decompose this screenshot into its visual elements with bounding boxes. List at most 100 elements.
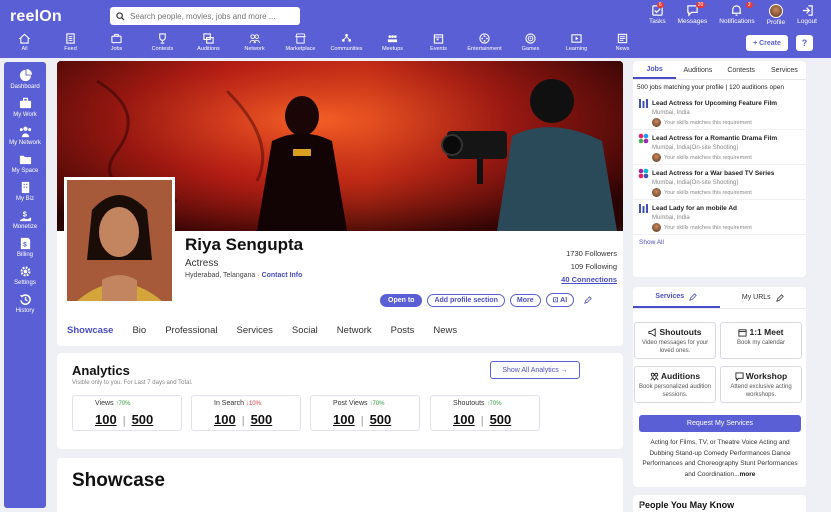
connections-link[interactable]: 40 Connections — [561, 273, 617, 286]
tab-label: Services — [655, 293, 685, 300]
tab-jobs[interactable]: Jobs — [633, 61, 677, 79]
tab-contests[interactable]: Contests — [720, 61, 763, 79]
job-item[interactable]: Lead Actress for a Romantic Drama Film M… — [633, 130, 806, 165]
job-item[interactable]: Lead Actress for Upcoming Feature Film M… — [633, 95, 806, 130]
add-profile-section-button[interactable]: Add profile section — [427, 293, 505, 307]
sidebar-item-history[interactable]: History — [4, 293, 46, 314]
show-all-jobs-link[interactable]: Show All — [633, 235, 806, 250]
nav-contests[interactable]: Contests — [144, 33, 181, 52]
following-count[interactable]: 109 Following — [561, 260, 617, 273]
more-button[interactable]: More — [509, 293, 541, 307]
help-button[interactable]: ? — [796, 35, 813, 51]
tab-auditions[interactable]: Auditions — [676, 61, 719, 79]
profile-menu[interactable]: Profile — [767, 4, 785, 26]
profile-location: Hyderabad, Telangana — [185, 272, 256, 279]
nav-label: Communities — [330, 46, 363, 52]
open-to-button[interactable]: Open to — [380, 293, 423, 307]
tab-showcase[interactable]: Showcase — [67, 325, 113, 336]
sidebar-item-my-network[interactable]: My Network — [4, 125, 46, 146]
job-item[interactable]: Lead Actress for a War based TV Series M… — [633, 165, 806, 200]
showcase-title: Showcase — [72, 470, 165, 491]
tab-my-urls[interactable]: My URLs — [720, 287, 807, 308]
service-shoutouts[interactable]: Shoutouts Video messages for your loved … — [634, 322, 716, 359]
profile-actions: Open to Add profile section More ⊡ AI — [380, 293, 592, 307]
tab-social[interactable]: Social — [292, 325, 318, 336]
nav-label: Contests — [151, 46, 174, 52]
chevron-right-icon[interactable]: › — [639, 499, 798, 509]
profile-portrait — [67, 180, 172, 301]
tab-posts[interactable]: Posts — [391, 325, 415, 336]
nav-learning[interactable]: Learning — [558, 33, 595, 52]
logout-button[interactable]: Logout — [797, 4, 817, 26]
search-box[interactable] — [110, 7, 300, 25]
sidebar-item-my-biz[interactable]: My Biz — [4, 181, 46, 202]
ai-button[interactable]: ⊡ AI — [545, 293, 575, 307]
nav-label: Jobs — [110, 46, 123, 52]
profile-photo[interactable] — [64, 177, 175, 304]
sidebar-item-label: Dashboard — [10, 84, 40, 90]
metric-label-line: Views ↑70% — [95, 400, 131, 407]
tab-services-list[interactable]: Services — [633, 287, 720, 308]
pencil-icon[interactable] — [689, 292, 697, 301]
service-auditions[interactable]: Auditions Book personalized audition ses… — [634, 366, 716, 403]
tab-professional[interactable]: Professional — [165, 325, 217, 336]
brand-logo[interactable]: reelOn — [10, 8, 62, 26]
tasks-badge: 6 — [656, 2, 664, 8]
nav-label: Auditions — [197, 46, 220, 52]
profile-location-line: Hyderabad, Telangana · Contact Info — [185, 272, 303, 279]
metric-period-value: 100 — [333, 412, 355, 427]
tasks-button[interactable]: 6 Tasks — [649, 2, 666, 26]
nav-communities[interactable]: Communities — [328, 33, 365, 52]
sidebar-item-dashboard[interactable]: Dashboard — [4, 69, 46, 90]
sidebar-item-my-space[interactable]: My Space — [4, 153, 46, 174]
contact-info-link[interactable]: Contact Info — [262, 272, 303, 279]
metric-shoutouts[interactable]: Shoutouts ↑70% 100 | 500 — [430, 395, 540, 431]
sidebar-item-label: My Biz — [16, 196, 34, 202]
nav-all[interactable]: All — [6, 33, 43, 52]
svg-text:$: $ — [22, 209, 27, 218]
sidebar-item-billing[interactable]: $ Billing — [4, 237, 46, 258]
nav-marketplace[interactable]: Marketplace — [282, 33, 319, 52]
nav-network[interactable]: Network — [236, 33, 273, 52]
job-item[interactable]: Lead Lady for an mobile Ad Mumbai, India… — [633, 200, 806, 235]
service-workshop[interactable]: Workshop Attend exclusive acting worksho… — [720, 366, 802, 403]
nav-label: Marketplace — [285, 46, 316, 52]
messages-button[interactable]: 20 Messages — [678, 2, 707, 26]
sidebar-item-settings[interactable]: Settings — [4, 265, 46, 286]
followers-count[interactable]: 1730 Followers — [561, 247, 617, 260]
nav-entertainment[interactable]: Entertainment — [466, 33, 503, 52]
nav-news[interactable]: News — [604, 33, 641, 52]
tab-news[interactable]: News — [433, 325, 457, 336]
sidebar-item-my-work[interactable]: My Work — [4, 97, 46, 118]
briefcase-icon — [19, 97, 31, 109]
nav-events[interactable]: Events — [420, 33, 457, 52]
analytics-title: Analytics — [72, 363, 130, 378]
services-more-link[interactable]: more — [740, 471, 756, 478]
tab-bio[interactable]: Bio — [132, 325, 146, 336]
create-button[interactable]: + Create — [746, 35, 788, 51]
nav-games[interactable]: Games — [512, 33, 549, 52]
nav-meetups[interactable]: Meetups — [374, 33, 411, 52]
pencil-icon[interactable] — [584, 296, 592, 304]
request-services-button[interactable]: Request My Services — [639, 415, 801, 432]
tab-services[interactable]: Services — [236, 325, 272, 336]
metric-in-search[interactable]: In Search ↓10% 100 | 500 — [191, 395, 301, 431]
tab-network[interactable]: Network — [337, 325, 372, 336]
messages-badge: 20 — [695, 2, 706, 8]
sidebar-item-monetize[interactable]: $ Monetize — [4, 209, 46, 230]
pencil-icon[interactable] — [775, 293, 784, 302]
metric-post-views[interactable]: Post Views ↑70% 100 | 500 — [310, 395, 420, 431]
nav-jobs[interactable]: Jobs — [98, 33, 135, 52]
notifications-button[interactable]: 2 Notifications — [719, 2, 755, 26]
search-input[interactable] — [130, 11, 290, 21]
show-all-analytics-button[interactable]: Show All Analytics → — [490, 361, 580, 379]
network-icon — [249, 34, 260, 44]
tab-services[interactable]: Services — [763, 61, 806, 79]
home-icon — [19, 33, 30, 44]
metric-values: 100 | 500 — [95, 412, 154, 427]
nav-feed[interactable]: Feed — [52, 33, 89, 52]
metric-views[interactable]: Views ↑70% 100 | 500 — [72, 395, 182, 431]
service-1-1-meet[interactable]: 1:1 Meet Book my calendar — [720, 322, 802, 359]
nav-auditions[interactable]: Auditions — [190, 33, 227, 52]
analytics-subtitle: Visible only to you. For Last 7 days and… — [72, 380, 193, 386]
